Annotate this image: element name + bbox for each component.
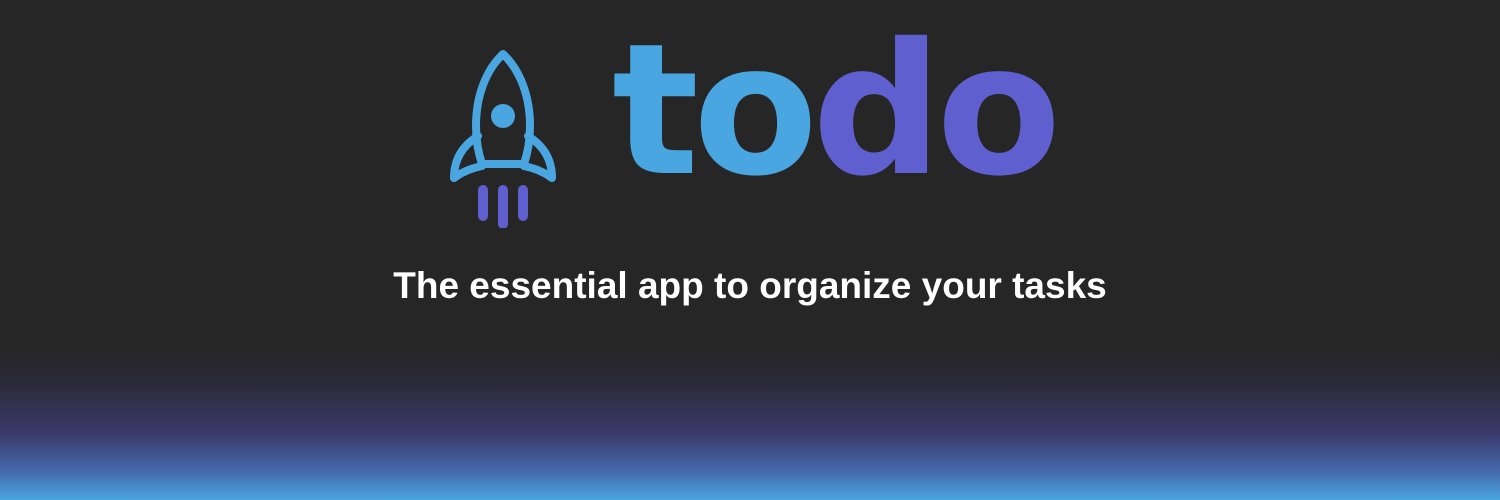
wordmark: todo bbox=[612, 19, 1061, 201]
wordmark-do: do bbox=[812, 4, 1061, 216]
bottom-gradient-glow bbox=[0, 350, 1500, 500]
tagline: The essential app to organize your tasks bbox=[393, 265, 1107, 306]
banner: todo The essential app to organize your … bbox=[0, 0, 1500, 500]
wordmark-to: to bbox=[612, 4, 818, 216]
rocket-icon bbox=[450, 50, 556, 228]
logo: todo bbox=[0, 19, 1500, 230]
